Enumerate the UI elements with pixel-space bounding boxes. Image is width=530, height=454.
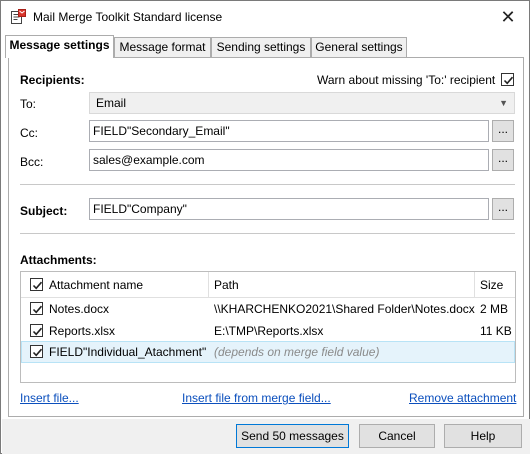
bcc-field[interactable]: sales@example.com [89,149,489,171]
tab-sending-settings[interactable]: Sending settings [211,37,311,57]
row-checkbox[interactable] [30,345,43,358]
cc-field[interactable]: FIELD"Secondary_Email" [89,120,489,142]
cc-browse-button[interactable]: ... [492,120,514,142]
bcc-label: Bcc: [20,155,44,169]
title-bar: Mail Merge Toolkit Standard license ✕ [1,1,529,33]
insert-file-from-field-link[interactable]: Insert file from merge field... [182,391,331,405]
recipients-heading: Recipients: [20,73,85,87]
chevron-down-icon: ▼ [499,98,508,108]
table-row[interactable]: Notes.docx \\KHARCHENKO2021\Shared Folde… [21,298,515,320]
remove-attachment-link[interactable]: Remove attachment [409,391,516,405]
column-divider[interactable] [474,272,475,298]
to-select[interactable]: Email ▼ [89,92,515,114]
row-checkbox[interactable] [30,302,43,315]
cancel-button[interactable]: Cancel [359,424,435,448]
attachment-path: E:\TMP\Reports.xlsx [214,324,324,338]
attachments-heading: Attachments: [20,253,97,267]
app-icon [10,9,26,25]
attachment-size: 11 KB [480,324,512,338]
to-label: To: [20,97,37,111]
cc-label: Cc: [20,126,38,140]
close-icon[interactable]: ✕ [493,5,523,29]
attachment-name: Notes.docx [49,302,110,316]
subject-field[interactable]: FIELD"Company" [89,198,489,220]
column-header-name[interactable]: Attachment name [49,278,143,292]
table-header: Attachment name Path Size [21,272,515,298]
dialog-window: Mail Merge Toolkit Standard license ✕ Me… [0,0,530,454]
warn-missing-to-label: Warn about missing 'To:' recipient [317,73,496,87]
select-all-checkbox[interactable] [30,278,43,291]
subject-label: Subject: [20,204,68,218]
column-header-path[interactable]: Path [214,278,239,292]
attachment-path-hint: (depends on merge field value) [214,345,380,359]
warn-missing-to-checkbox[interactable] [501,73,514,86]
row-checkbox[interactable] [30,324,43,337]
tab-message-settings[interactable]: Message settings [5,35,114,58]
column-header-size[interactable]: Size [480,278,503,292]
dialog-footer: Send 50 messages Cancel Help [2,419,530,454]
insert-file-link[interactable]: Insert file... [20,391,79,405]
tab-general-settings[interactable]: General settings [311,37,407,57]
attachments-table: Attachment name Path Size Notes.docx \\K… [20,271,516,383]
bcc-browse-button[interactable]: ... [492,149,514,171]
attachment-name: Reports.xlsx [49,324,116,338]
column-divider[interactable] [208,272,209,298]
attachment-size: 2 MB [480,302,509,316]
to-value: Email [96,96,127,110]
divider [20,184,515,185]
attachment-name: FIELD"Individual_Atachment" [49,345,207,359]
table-row[interactable]: Reports.xlsx E:\TMP\Reports.xlsx 11 KB [21,320,515,342]
attachment-path: \\KHARCHENKO2021\Shared Folder\Notes.doc… [214,302,475,316]
subject-browse-button[interactable]: ... [492,198,514,220]
help-button[interactable]: Help [444,424,522,448]
send-messages-button[interactable]: Send 50 messages [236,424,349,448]
divider [20,233,515,234]
tab-message-format[interactable]: Message format [114,37,211,57]
table-row-selected[interactable]: FIELD"Individual_Atachment" (depends on … [21,341,515,363]
window-title: Mail Merge Toolkit Standard license [33,10,223,24]
